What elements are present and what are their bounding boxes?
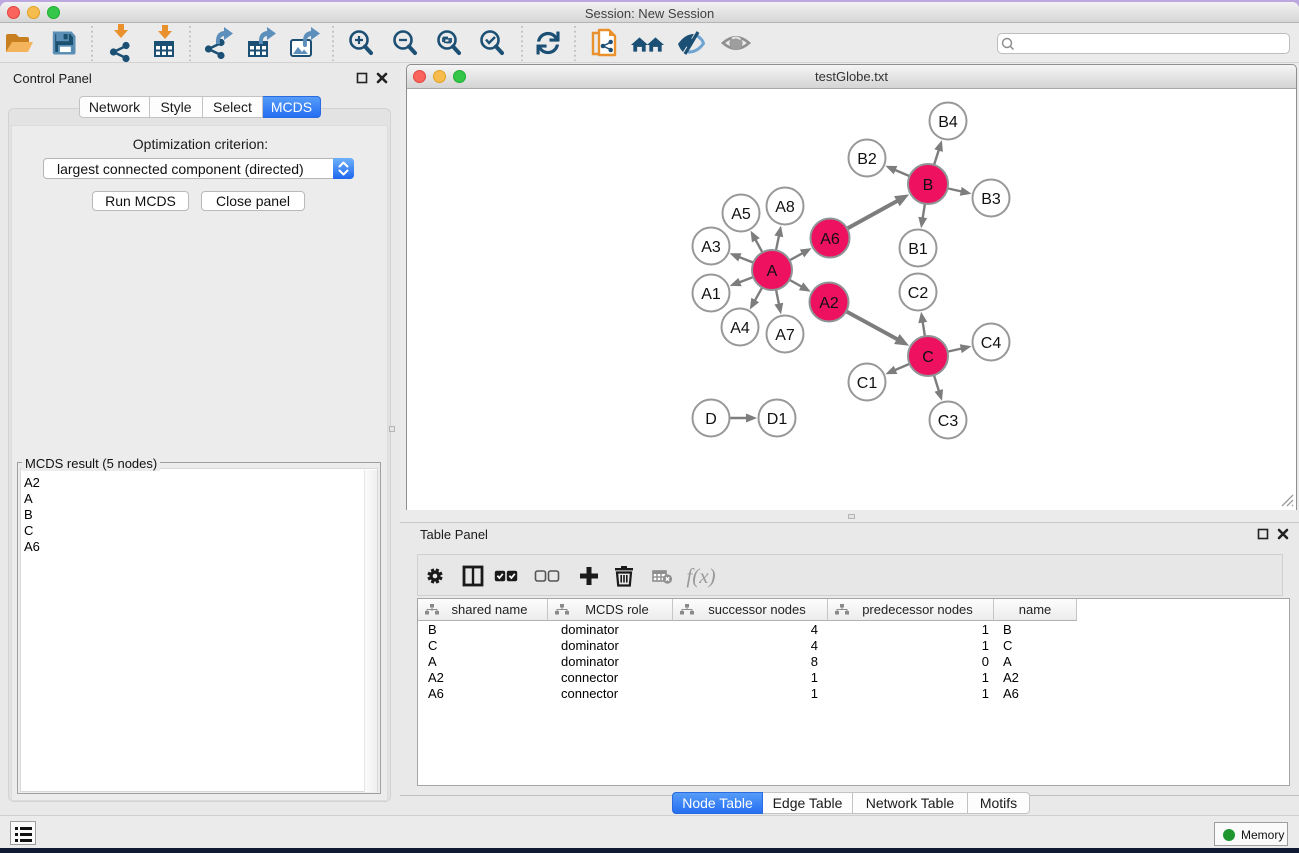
svg-text:C: C — [922, 349, 934, 366]
svg-text:B2: B2 — [857, 151, 877, 168]
svg-text:C1: C1 — [857, 375, 878, 392]
svg-text:A5: A5 — [731, 206, 751, 223]
svg-text:C3: C3 — [938, 413, 959, 430]
svg-text:B4: B4 — [938, 114, 958, 131]
svg-text:B3: B3 — [981, 191, 1001, 208]
svg-text:A3: A3 — [701, 239, 721, 256]
svg-text:D1: D1 — [767, 411, 788, 428]
svg-text:A4: A4 — [730, 320, 750, 337]
svg-text:B1: B1 — [908, 241, 928, 258]
svg-text:B: B — [923, 177, 934, 194]
svg-text:A1: A1 — [701, 286, 721, 303]
svg-text:D: D — [705, 411, 717, 428]
svg-text:f(x): f(x) — [686, 564, 715, 588]
svg-text:A2: A2 — [819, 295, 839, 312]
svg-text:A8: A8 — [775, 199, 795, 216]
svg-text:A6: A6 — [820, 231, 840, 248]
svg-text:C2: C2 — [908, 285, 929, 302]
svg-text:A7: A7 — [775, 327, 795, 344]
svg-text:C4: C4 — [981, 335, 1002, 352]
svg-text:A: A — [767, 263, 778, 280]
